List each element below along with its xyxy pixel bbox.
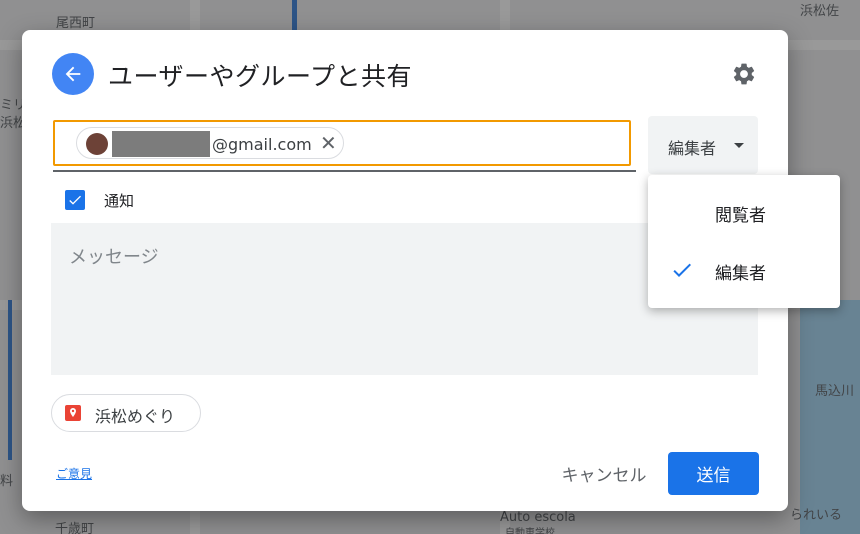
back-button[interactable] bbox=[52, 53, 94, 95]
check-icon bbox=[69, 195, 81, 205]
map-chip-label: 浜松めぐり bbox=[95, 407, 176, 426]
recipient-chip[interactable]: @gmail.com ✕ bbox=[76, 127, 344, 159]
role-option-viewer[interactable]: 閲覧者 bbox=[648, 184, 840, 240]
remove-recipient-button[interactable]: ✕ bbox=[320, 132, 337, 154]
dialog-title: ユーザーやグループと共有 bbox=[108, 62, 413, 91]
send-button[interactable]: 送信 bbox=[668, 452, 759, 495]
map-chip[interactable]: 浜松めぐり bbox=[51, 394, 201, 432]
arrow-back-icon bbox=[65, 66, 81, 82]
avatar bbox=[86, 133, 108, 155]
role-select-button[interactable]: 編集者 bbox=[648, 116, 758, 174]
recipient-email-domain: @gmail.com bbox=[212, 135, 312, 154]
message-placeholder: メッセージ bbox=[69, 247, 159, 268]
caret-down-icon bbox=[734, 143, 744, 148]
role-select-label: 編集者 bbox=[668, 139, 717, 158]
feedback-link[interactable]: ご意見 bbox=[56, 465, 92, 482]
role-option-label: 編集者 bbox=[715, 264, 766, 284]
input-underline bbox=[53, 170, 636, 172]
cancel-button[interactable]: キャンセル bbox=[552, 453, 656, 493]
gear-icon bbox=[733, 63, 755, 85]
settings-button[interactable] bbox=[730, 60, 758, 88]
check-icon bbox=[673, 263, 691, 277]
role-dropdown-menu: 閲覧者 編集者 bbox=[648, 175, 840, 308]
notify-checkbox[interactable] bbox=[65, 190, 85, 210]
role-option-editor[interactable]: 編集者 bbox=[648, 242, 840, 298]
recipient-input[interactable]: @gmail.com ✕ bbox=[53, 120, 631, 166]
role-option-label: 閲覧者 bbox=[715, 206, 766, 226]
notify-label: 通知 bbox=[104, 192, 135, 210]
redacted-email-name bbox=[112, 131, 210, 157]
map-pin-icon bbox=[65, 405, 81, 421]
